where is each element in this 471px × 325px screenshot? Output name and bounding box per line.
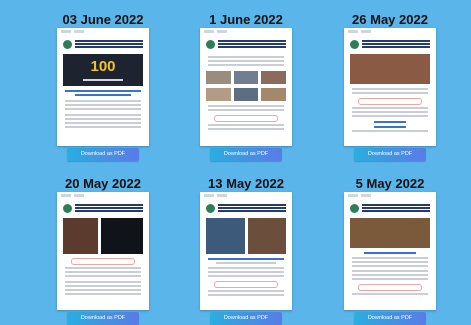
newsletter-thumbnail[interactable]: 100 xyxy=(57,28,149,146)
newsletter-thumbnail[interactable] xyxy=(200,28,292,146)
download-pdf-button[interactable]: Download as PDF xyxy=(67,148,139,161)
newsletter-date: 1 June 2022 xyxy=(209,12,283,27)
school-logo-icon xyxy=(206,39,215,49)
download-pdf-button[interactable]: Download as PDF xyxy=(210,312,282,325)
newsletter-thumbnail[interactable] xyxy=(344,192,436,310)
school-logo-icon xyxy=(350,203,359,213)
download-pdf-button[interactable]: Download as PDF xyxy=(67,312,139,325)
newsletter-grid: 03 June 2022 100 Download as PDF 1 June … xyxy=(0,0,471,325)
newsletter-date: 26 May 2022 xyxy=(352,12,428,27)
download-pdf-button[interactable]: Download as PDF xyxy=(354,312,426,325)
download-pdf-button[interactable]: Download as PDF xyxy=(354,148,426,161)
newsletter-thumbnail[interactable] xyxy=(344,28,436,146)
school-logo-icon xyxy=(206,203,215,213)
hero-image xyxy=(350,218,430,248)
newsletter-date: 13 May 2022 xyxy=(208,176,284,191)
school-logo-icon xyxy=(63,203,72,213)
hero-image xyxy=(350,54,430,84)
newsletter-thumbnail[interactable] xyxy=(57,192,149,310)
newsletter-date: 5 May 2022 xyxy=(355,176,425,191)
newsletter-date: 20 May 2022 xyxy=(65,176,141,191)
newsletter-date: 03 June 2022 xyxy=(62,12,144,27)
school-logo-icon xyxy=(350,39,359,49)
hero-image: 100 xyxy=(63,54,143,86)
download-pdf-button[interactable]: Download as PDF xyxy=(210,148,282,161)
newsletter-thumbnail[interactable] xyxy=(200,192,292,310)
hero-number: 100 xyxy=(90,58,116,75)
school-logo-icon xyxy=(63,39,72,49)
